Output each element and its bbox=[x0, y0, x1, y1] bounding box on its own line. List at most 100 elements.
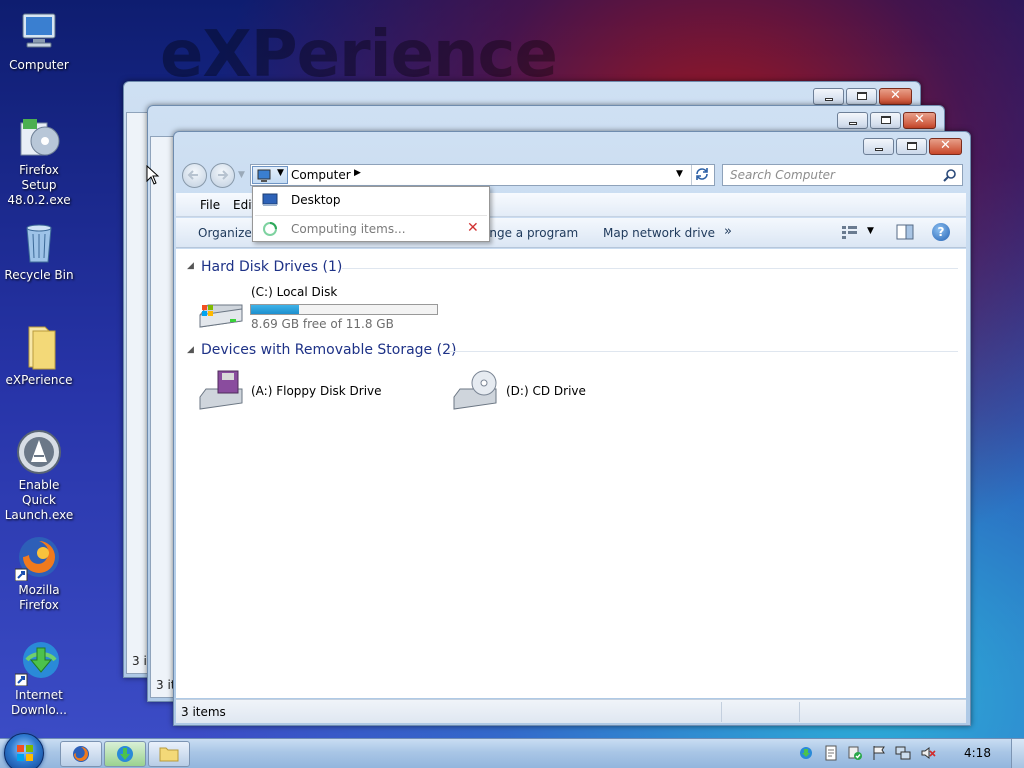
toolbar-overflow-button[interactable]: » bbox=[724, 224, 732, 239]
desktop-icon-mozilla-firefox[interactable]: Mozilla Firefox bbox=[0, 533, 78, 613]
view-icon bbox=[842, 226, 857, 239]
file-list-pane: ◢ Hard Disk Drives (1) (C:) Local Disk 8… bbox=[176, 249, 966, 698]
breadcrumb-dropdown-menu: Desktop Computing items... ✕ bbox=[252, 186, 490, 242]
dropdown-item-label: Computing items... bbox=[291, 222, 406, 236]
preview-pane-button[interactable] bbox=[896, 224, 914, 243]
address-history-chevron-icon[interactable]: ▼ bbox=[676, 169, 683, 179]
search-input[interactable]: Search Computer bbox=[722, 164, 963, 186]
recycle-bin-icon bbox=[15, 218, 63, 266]
desktop-icon-label: Computer bbox=[9, 58, 69, 72]
desktop-icon-computer[interactable]: Computer bbox=[0, 8, 78, 73]
taskbar-idm-button[interactable] bbox=[104, 741, 146, 767]
menu-file[interactable]: File bbox=[200, 198, 220, 212]
taskbar-clock[interactable]: 4:18 bbox=[964, 746, 991, 760]
firefox-icon bbox=[73, 746, 89, 762]
desktop-icon-label: Internet Downlo... bbox=[11, 688, 67, 717]
refresh-icon bbox=[696, 168, 708, 180]
dropdown-item-label: Desktop bbox=[291, 193, 341, 207]
maximize-button[interactable] bbox=[846, 88, 877, 105]
search-placeholder: Search Computer bbox=[730, 168, 835, 182]
address-root-button[interactable]: ▼ bbox=[252, 166, 288, 184]
desktop-icon-internet-download-manager[interactable]: Internet Downlo... bbox=[0, 638, 78, 718]
start-button[interactable] bbox=[4, 733, 44, 768]
cd-drive-icon[interactable] bbox=[450, 369, 500, 413]
group-heading-hard-disk[interactable]: Hard Disk Drives (1) bbox=[201, 259, 342, 275]
desktop-icon-label: Mozilla Firefox bbox=[18, 583, 60, 612]
minimize-button[interactable] bbox=[863, 138, 894, 155]
breadcrumb-arrow-icon[interactable]: ▶ bbox=[354, 168, 361, 178]
action-center-flag-icon[interactable] bbox=[871, 745, 887, 761]
collapse-triangle-icon[interactable]: ◢ bbox=[187, 345, 194, 355]
drive-name-c[interactable]: (C:) Local Disk bbox=[251, 285, 337, 299]
disk-usage-fill bbox=[251, 305, 300, 314]
maximize-button[interactable] bbox=[870, 112, 901, 129]
cancel-icon[interactable]: ✕ bbox=[467, 220, 479, 236]
dropdown-item-computing: Computing items... ✕ bbox=[253, 217, 489, 241]
view-options-button[interactable]: ▼ bbox=[841, 224, 881, 242]
folder-icon bbox=[15, 323, 63, 371]
status-item-count: 3 items bbox=[181, 705, 226, 719]
drive-name-d[interactable]: (D:) CD Drive bbox=[506, 384, 586, 398]
map-network-drive-button[interactable]: Map network drive bbox=[603, 226, 715, 240]
close-button[interactable]: ✕ bbox=[903, 112, 936, 129]
network-globe-icon[interactable] bbox=[798, 745, 814, 761]
document-icon[interactable] bbox=[823, 745, 839, 761]
organize-button[interactable]: Organize bbox=[198, 226, 252, 240]
chevron-down-icon: ▼ bbox=[867, 226, 874, 236]
caption-buttons: ✕ bbox=[835, 112, 936, 129]
aimp-icon bbox=[15, 428, 63, 476]
idm-icon bbox=[14, 638, 63, 687]
computer-icon bbox=[15, 8, 63, 56]
search-icon[interactable] bbox=[943, 168, 957, 182]
security-check-icon[interactable] bbox=[847, 745, 863, 761]
desktop-icon-enable-quick-launch[interactable]: Enable Quick Launch.exe bbox=[0, 428, 78, 523]
minimize-button[interactable] bbox=[837, 112, 868, 129]
show-desktop-button[interactable] bbox=[1011, 739, 1024, 768]
windows-logo-icon bbox=[17, 745, 33, 761]
desktop-icon-label: eXPerience bbox=[5, 373, 73, 387]
desktop-icon bbox=[262, 193, 278, 206]
caption-buttons: ✕ bbox=[861, 138, 962, 155]
forward-button[interactable] bbox=[210, 163, 235, 188]
chevron-down-icon: ▼ bbox=[277, 168, 284, 178]
group-divider bbox=[448, 351, 958, 352]
forward-arrow-icon bbox=[218, 170, 229, 180]
desktop-icon-recycle-bin[interactable]: Recycle Bin bbox=[0, 218, 78, 283]
taskbar-firefox-button[interactable] bbox=[60, 741, 102, 767]
recent-pages-chevron-icon[interactable]: ▼ bbox=[238, 170, 245, 180]
desktop-icon-label: Enable Quick Launch.exe bbox=[4, 478, 74, 522]
back-arrow-icon bbox=[187, 170, 198, 180]
preview-pane-icon bbox=[896, 224, 914, 240]
network-icon[interactable] bbox=[895, 745, 911, 761]
close-button[interactable]: ✕ bbox=[879, 88, 912, 105]
minimize-button[interactable] bbox=[813, 88, 844, 105]
desktop-icon-firefox-setup[interactable]: Firefox Setup 48.0.2.exe bbox=[0, 113, 78, 208]
hard-disk-icon[interactable] bbox=[196, 293, 246, 333]
help-icon[interactable]: ? bbox=[932, 223, 950, 241]
group-heading-removable-storage[interactable]: Devices with Removable Storage (2) bbox=[201, 342, 456, 358]
dropdown-item-desktop[interactable]: Desktop bbox=[253, 187, 489, 213]
mouse-cursor-icon bbox=[146, 165, 160, 185]
computer-icon bbox=[257, 169, 271, 182]
close-button[interactable]: ✕ bbox=[929, 138, 962, 155]
firefox-icon bbox=[14, 533, 63, 582]
uninstall-program-button[interactable]: ange a program bbox=[482, 226, 578, 240]
address-location[interactable]: Computer bbox=[291, 168, 351, 182]
caption-buttons: ✕ bbox=[811, 88, 912, 105]
status-bar: 3 items bbox=[176, 699, 966, 723]
floppy-drive-icon[interactable] bbox=[196, 369, 246, 413]
desktop-icon-label: Recycle Bin bbox=[4, 268, 74, 282]
drive-free-space-c: 8.69 GB free of 11.8 GB bbox=[251, 317, 394, 331]
maximize-button[interactable] bbox=[896, 138, 927, 155]
refresh-button[interactable] bbox=[691, 165, 715, 185]
volume-muted-icon[interactable] bbox=[920, 745, 936, 761]
spinner-icon bbox=[263, 222, 277, 236]
collapse-triangle-icon[interactable]: ◢ bbox=[187, 261, 194, 271]
desktop-icon-label: Firefox Setup 48.0.2.exe bbox=[7, 163, 71, 207]
desktop-icon-experience-folder[interactable]: eXPerience bbox=[0, 323, 78, 388]
installer-icon bbox=[15, 113, 63, 161]
taskbar-explorer-button[interactable] bbox=[148, 741, 190, 767]
drive-name-a[interactable]: (A:) Floppy Disk Drive bbox=[251, 384, 382, 398]
back-button[interactable] bbox=[182, 163, 207, 188]
address-bar[interactable]: ▼ Computer ▶ ▼ bbox=[250, 164, 715, 186]
